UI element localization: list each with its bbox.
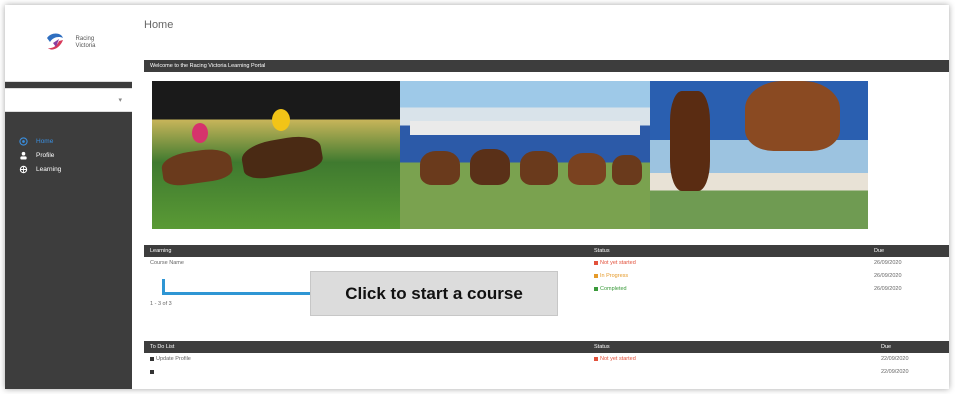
- checkbox-icon[interactable]: [150, 356, 154, 361]
- column-header-learning[interactable]: Learning: [150, 245, 171, 257]
- racing-victoria-logo-icon: [46, 33, 63, 50]
- status-text: Not yet started: [600, 260, 636, 266]
- learning-table-header: Learning Status Due: [144, 245, 949, 257]
- course-name-link[interactable]: Course Name: [150, 257, 184, 270]
- column-header-due[interactable]: Due: [874, 245, 884, 257]
- callout-pointer-line: [162, 292, 312, 295]
- due-cell: 26/09/2020: [874, 273, 902, 279]
- learning-icon: [19, 165, 28, 173]
- status-dot-icon: [594, 286, 598, 291]
- status-cell: Not yet started: [594, 353, 636, 366]
- user-icon: [20, 151, 27, 160]
- status-cell: In Progress: [594, 270, 628, 283]
- app-window: Racing Victoria ▾ Home Profile Learning: [5, 5, 949, 389]
- column-header-status[interactable]: Status: [594, 245, 610, 257]
- logo-text: Racing Victoria: [76, 36, 96, 50]
- status-text: Completed: [600, 286, 627, 292]
- sidebar-item-label: Profile: [36, 151, 55, 159]
- due-cell: 26/09/2020: [874, 260, 902, 266]
- checkbox-icon[interactable]: [150, 369, 154, 374]
- todo-item-label: Update Profile: [156, 356, 191, 362]
- sidebar-selector[interactable]: ▾: [5, 88, 132, 112]
- status-cell: Not yet started: [594, 257, 636, 270]
- status-cell: Completed: [594, 283, 627, 296]
- table-row[interactable]: Update Profile Not yet started 22/09/202…: [144, 353, 949, 366]
- welcome-bar: Welcome to the Racing Victoria Learning …: [144, 60, 949, 72]
- banner-images: [152, 81, 868, 229]
- callout-label: Click to start a course: [310, 271, 558, 316]
- logo[interactable]: Racing Victoria: [5, 5, 132, 82]
- sidebar-item-label: Learning: [36, 165, 62, 173]
- column-header-todo[interactable]: To Do List: [150, 341, 174, 353]
- column-header-due[interactable]: Due: [881, 341, 891, 353]
- todo-item[interactable]: [150, 366, 156, 379]
- sidebar-item-profile[interactable]: Profile: [5, 148, 132, 162]
- status-text: In Progress: [600, 273, 629, 279]
- status-text: Not yet started: [600, 356, 636, 362]
- sidebar: Racing Victoria ▾ Home Profile Learning: [5, 5, 132, 389]
- sidebar-nav: Home Profile Learning: [5, 134, 132, 176]
- table-row[interactable]: 22/09/2020: [144, 366, 949, 379]
- status-dot-icon: [594, 356, 598, 361]
- due-cell: 26/09/2020: [874, 286, 902, 292]
- banner-image-racing-horses: [152, 81, 400, 229]
- status-dot-icon: [594, 260, 598, 265]
- todo-table: To Do List Status Due Update Profile Not…: [144, 341, 949, 379]
- sidebar-item-learning[interactable]: Learning: [5, 162, 132, 176]
- banner-image-horse-legs: [650, 81, 868, 229]
- logo-text-line-2: Victoria: [75, 43, 96, 49]
- table-row[interactable]: Course Name Not yet started 26/09/2020: [144, 257, 949, 270]
- todo-item[interactable]: Update Profile: [150, 353, 191, 366]
- pagination-text: 1 - 3 of 3: [150, 301, 172, 307]
- banner-image-starting-gates: [400, 81, 650, 229]
- chevron-down-icon: ▾: [118, 97, 122, 104]
- column-header-status[interactable]: Status: [594, 341, 610, 353]
- todo-table-header: To Do List Status Due: [144, 341, 949, 353]
- logo-text-line-1: Racing: [75, 36, 95, 42]
- home-icon: [19, 136, 28, 146]
- due-cell: 22/09/2020: [881, 369, 909, 375]
- sidebar-item-label: Home: [36, 137, 54, 145]
- main-content: Home Welcome to the Racing Victoria Lear…: [132, 5, 949, 389]
- page-title: Home: [144, 19, 174, 31]
- sidebar-item-home[interactable]: Home: [5, 134, 132, 148]
- status-dot-icon: [594, 273, 598, 278]
- due-cell: 22/09/2020: [881, 356, 909, 362]
